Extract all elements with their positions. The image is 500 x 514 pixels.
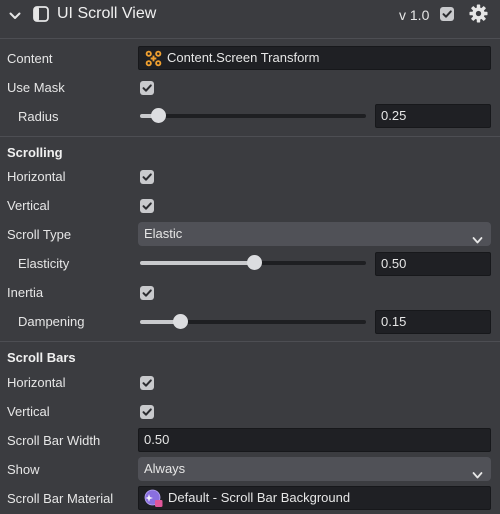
radius-value: 0.25 xyxy=(381,108,407,123)
use-mask-label: Use Mask xyxy=(7,80,65,95)
content-label: Content xyxy=(7,51,53,66)
scroll-bar-material-field[interactable]: Default - Scroll Bar Background xyxy=(138,486,491,510)
scroll-bar-material-value: Default - Scroll Bar Background xyxy=(168,490,351,505)
scrollbar-vertical-checkbox[interactable] xyxy=(140,405,154,419)
radius-slider[interactable] xyxy=(140,108,366,123)
scrollbar-horizontal-checkbox[interactable] xyxy=(140,376,154,390)
material-icon xyxy=(144,489,164,514)
elasticity-value: 0.50 xyxy=(381,256,407,271)
header-divider xyxy=(0,38,500,39)
elasticity-slider[interactable] xyxy=(140,255,366,270)
dampening-value: 0.15 xyxy=(381,314,407,329)
content-field[interactable]: Content.Screen Transform xyxy=(138,46,491,70)
scroll-bar-width-label: Scroll Bar Width xyxy=(7,433,101,448)
elasticity-label: Elasticity xyxy=(18,256,70,271)
chevron-down-icon xyxy=(472,464,483,488)
component-title: UI Scroll View xyxy=(57,5,157,22)
radius-label: Radius xyxy=(18,109,59,124)
inertia-checkbox[interactable] xyxy=(140,286,154,300)
gear-icon[interactable] xyxy=(469,4,488,26)
horizontal-label: Horizontal xyxy=(7,169,66,184)
scrolling-section-title: Scrolling xyxy=(7,145,63,160)
show-label: Show xyxy=(7,462,40,477)
content-value: Content.Screen Transform xyxy=(167,50,320,65)
show-value: Always xyxy=(144,461,186,476)
dampening-field[interactable]: 0.15 xyxy=(375,310,491,334)
dampening-slider-thumb[interactable] xyxy=(173,314,188,329)
radius-slider-thumb[interactable] xyxy=(151,108,166,123)
dampening-label: Dampening xyxy=(18,314,85,329)
horizontal-scroll-checkbox[interactable] xyxy=(140,170,154,184)
dampening-slider[interactable] xyxy=(140,314,366,329)
component-header: UI Scroll View v 1.0 xyxy=(0,0,500,30)
version-label: v 1.0 xyxy=(399,7,430,23)
scroll-type-value: Elastic xyxy=(144,226,183,241)
scroll-bars-section-title: Scroll Bars xyxy=(7,350,76,365)
elasticity-field[interactable]: 0.50 xyxy=(375,252,491,276)
elasticity-slider-fill xyxy=(140,261,254,265)
elasticity-slider-thumb[interactable] xyxy=(247,255,262,270)
collapse-chevron-icon[interactable] xyxy=(9,9,21,24)
use-mask-checkbox[interactable] xyxy=(140,81,154,95)
scroll-bar-material-label: Scroll Bar Material xyxy=(7,491,114,506)
vertical-label: Vertical xyxy=(7,198,50,213)
vertical-scroll-checkbox[interactable] xyxy=(140,199,154,213)
component-enabled-checkbox[interactable] xyxy=(440,7,454,21)
scroll-bars-divider xyxy=(0,341,500,342)
scroll-bar-width-field[interactable]: 0.50 xyxy=(138,428,491,452)
scrollbar-vertical-label: Vertical xyxy=(7,404,50,419)
chevron-down-icon xyxy=(472,229,483,253)
radius-field[interactable]: 0.25 xyxy=(375,104,491,128)
scroll-type-dropdown[interactable]: Elastic xyxy=(138,222,491,246)
enable-toggle-icon[interactable] xyxy=(33,6,49,25)
scrolling-divider xyxy=(0,136,500,137)
inertia-label: Inertia xyxy=(7,285,44,300)
show-dropdown[interactable]: Always xyxy=(138,457,491,481)
scrollbar-horizontal-label: Horizontal xyxy=(7,375,66,390)
scroll-type-label: Scroll Type xyxy=(7,227,72,242)
scroll-bar-width-value: 0.50 xyxy=(144,432,170,447)
transform-icon xyxy=(144,49,163,75)
